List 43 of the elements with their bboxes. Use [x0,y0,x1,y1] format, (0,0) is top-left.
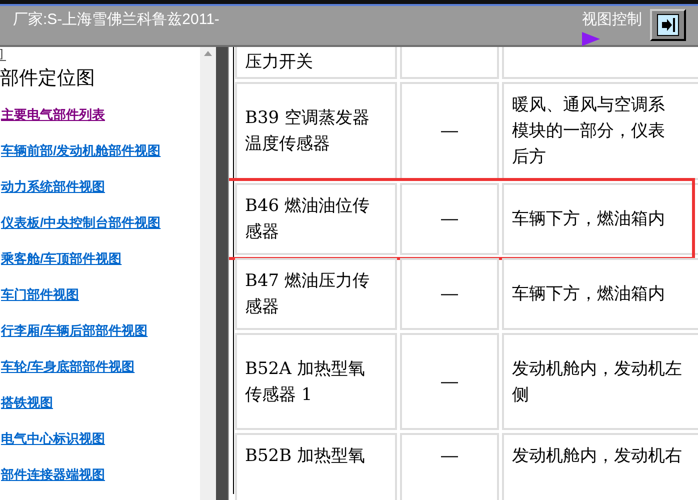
location-text: 发动机舱内，发动机左 [512,358,683,380]
view-control-label: 视图控制 [582,10,642,30]
sidebar-link[interactable]: 乘客舱/车顶部件视图 [1,249,122,269]
scrollbar[interactable] [200,47,216,500]
part-name: B39 空调蒸发器 [245,107,371,130]
part-name: B47 燃油压力传 [245,270,371,293]
location-text: 发动机舱内，发动机右 [512,445,683,468]
part-name: B46 燃油油位传 [245,195,371,218]
sidebar-link[interactable]: 车门部件视图 [1,285,79,305]
part-name: 温度传感器 [245,133,331,156]
dash-text: — [441,208,458,230]
part-name: 传感器 1 [245,384,314,406]
sidebar-heading: 部件定位图 [0,67,96,91]
part-name: 感器 [245,296,280,319]
part-name: B52A 加热型氧 [245,358,366,380]
dash-text: — [441,445,458,467]
sidebar-link[interactable]: 部件连接器端视图 [1,465,105,485]
part-name: 感器 [245,221,280,244]
sidebar-link[interactable]: 车辆前部/发动机舱部件视图 [1,141,161,161]
location-text: 车辆下方，燃油箱内 [512,283,666,306]
manufacturer-title: 厂家:S-上海雪佛兰科鲁兹2011- [13,10,220,30]
arrow-to-bar-icon [657,14,679,36]
dash-text: — [441,283,458,305]
part-name: B52B 加热型氧 [245,445,366,468]
sidebar-link[interactable]: 车轮/车身底部部件视图 [1,357,135,377]
sidebar-link[interactable]: 动力系统部件视图 [1,177,105,197]
dash-text: — [441,370,458,392]
play-triangle-icon[interactable] [582,32,600,46]
dash-text: — [441,120,458,142]
location-text: 侧 [512,384,530,406]
location-text: 车辆下方，燃油箱内 [512,208,666,231]
bracket-text: ] [0,49,6,61]
location-text: 暖风、通风与空调系 [512,94,666,117]
location-text: 后方 [512,146,547,169]
sidebar-link[interactable]: 主要电气部件列表 [1,105,105,125]
sidebar-link[interactable]: 仪表板/中央控制台部件视图 [1,213,161,233]
sidebar-link[interactable]: 行李厢/车辆后部部件视图 [1,321,148,341]
location-text: 模块的一部分，仪表 [512,120,666,143]
sidebar-link[interactable]: 搭铁视图 [1,393,53,413]
panel-toggle-button[interactable] [650,9,686,41]
part-name: 压力开关 [245,51,314,74]
scroll-up-icon[interactable] [204,51,212,56]
sidebar-link[interactable]: 电气中心标识视图 [1,429,105,449]
